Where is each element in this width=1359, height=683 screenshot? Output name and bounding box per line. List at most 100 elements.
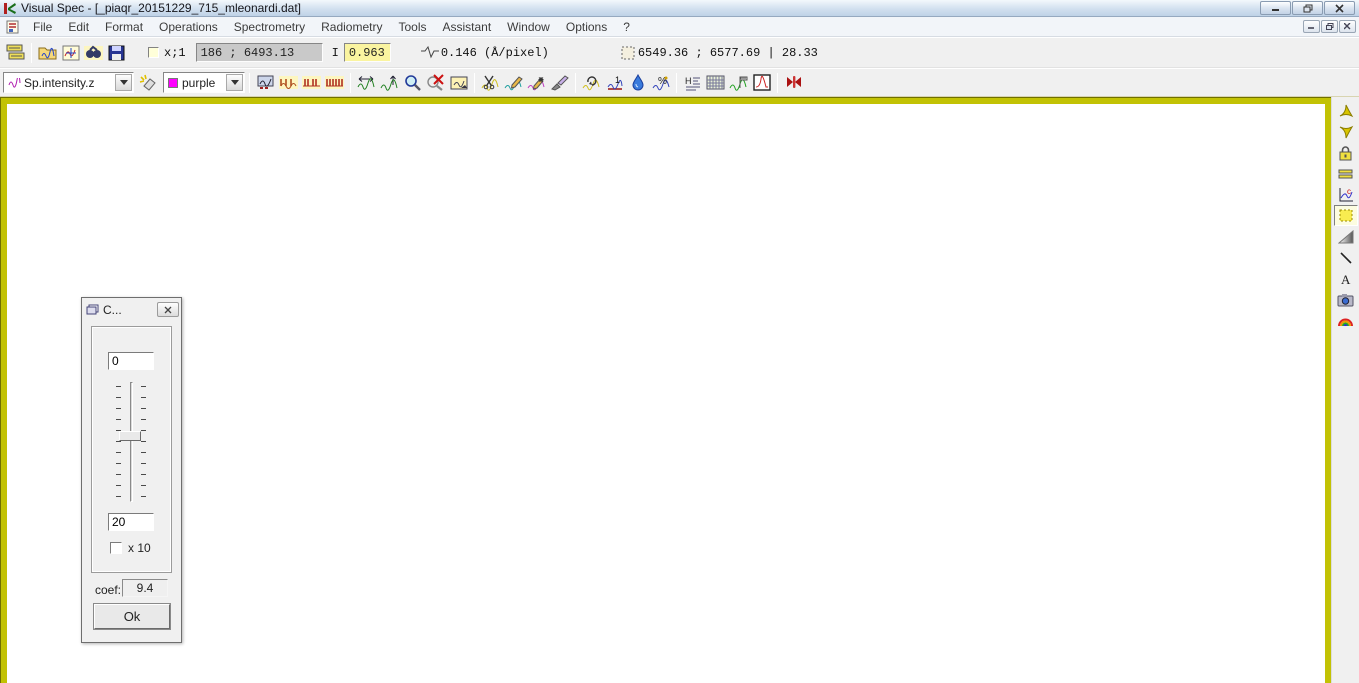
toolbar-separator [474,73,475,93]
display-mode-button[interactable] [254,71,277,94]
grab-graph-button[interactable] [447,71,470,94]
status-toolbar: x;1 186 ; 6493.13 I 0.963 0.146 (Å/pixel… [0,38,1359,68]
color-selector[interactable]: purple [163,72,245,93]
menu-help[interactable]: ? [615,18,638,36]
document-icon [6,20,21,34]
menu-spectrometry[interactable]: Spectrometry [226,18,313,36]
undo-curve-button[interactable] [580,71,603,94]
color-swatch [168,78,178,88]
camera-icon [1337,293,1354,307]
slider-ticks-right [141,386,146,500]
mdi-restore-button[interactable] [1321,20,1338,33]
spectrum-plot [7,104,1325,683]
gaussian-fit-button[interactable] [750,71,773,94]
x10-checkbox[interactable] [110,542,122,554]
coef-label: coef: [95,583,121,597]
x10-checkbox-label: x 10 [128,541,151,555]
ok-button[interactable]: Ok [94,604,170,629]
menu-assistant[interactable]: Assistant [434,18,499,36]
lock-button[interactable] [1334,142,1358,163]
coef-slider-track[interactable] [130,382,133,502]
profile-style-1-button[interactable] [277,71,300,94]
rainbow-icon [1337,314,1354,327]
menu-options[interactable]: Options [558,18,615,36]
save-button[interactable] [105,41,128,64]
search-binoculars-icon [84,45,103,61]
series-selector[interactable]: Sp.intensity.z [3,72,134,93]
line-tool-button[interactable] [1334,247,1358,268]
session-layers-button[interactable] [4,41,27,64]
water-drop-button[interactable] [626,71,649,94]
profile-style-2-button[interactable] [300,71,323,94]
zoom-off-button[interactable] [424,71,447,94]
rainbow-button[interactable] [1334,310,1358,331]
upper-value-field[interactable] [108,352,154,370]
toolbar-separator [31,43,32,63]
periodic-table-button[interactable] [704,71,727,94]
menu-window[interactable]: Window [499,18,558,36]
window-title: Visual Spec - [_piaqr_20151229_715_mleon… [21,1,301,15]
edit-pencil-button[interactable] [502,71,525,94]
graph-side-toolbar: c A [1331,97,1359,683]
calibrate-ruler-button[interactable] [727,71,750,94]
display-mode-icon [257,75,275,91]
edit-points-button[interactable] [525,71,548,94]
search-binoculars-button[interactable] [82,41,105,64]
new-graph-button[interactable] [59,41,82,64]
erase-marks-button[interactable] [137,71,160,94]
menu-format[interactable]: Format [97,18,151,36]
clean-brush-button[interactable] [548,71,571,94]
intensity-label: I [332,46,339,60]
tools-toolbar: Sp.intensity.z purple 1 % H [0,69,1359,97]
menu-file[interactable]: File [25,18,60,36]
mdi-window-buttons [1303,20,1356,33]
shift-horizontal-button[interactable] [355,71,378,94]
cut-spectrum-button[interactable] [479,71,502,94]
profile-style-3-button[interactable] [323,71,346,94]
element-lines-button[interactable]: H [681,71,704,94]
zoom-in-button[interactable] [401,71,424,94]
dialog-close-button[interactable] [157,302,179,317]
mdi-close-button[interactable] [1339,20,1356,33]
lower-value-field[interactable] [108,513,154,531]
menu-operations[interactable]: Operations [151,18,226,36]
pixel-mode-label: x;1 [164,46,186,60]
shift-vertical-button[interactable] [378,71,401,94]
menu-tools[interactable]: Tools [390,18,434,36]
minimize-button[interactable] [1260,1,1291,15]
svg-text:c: c [1347,187,1351,196]
shift-horizontal-icon [357,75,376,91]
profile-style-1-icon [279,75,298,90]
spectrum-canvas[interactable] [7,104,1324,683]
coef-dialog-title: C... [103,303,122,317]
select-region-button[interactable] [1334,205,1358,226]
mdi-minimize-button[interactable] [1303,20,1320,33]
phase-red-button[interactable] [782,71,805,94]
menu-edit[interactable]: Edit [60,18,97,36]
close-icon [164,306,173,314]
normalize-icon: 1 [606,75,624,91]
compute-c-button[interactable]: c [1334,184,1358,205]
percent-scale-button[interactable]: % [649,71,672,94]
normalize-button[interactable]: 1 [603,71,626,94]
color-selector-arrow[interactable] [226,74,243,91]
slider-ticks-left [116,386,121,500]
coef-value: 9.4 [122,579,168,597]
toolbar-separator [777,73,778,93]
equal-button[interactable] [1334,163,1358,184]
spin-down-button[interactable] [1334,121,1358,142]
close-button[interactable] [1324,1,1355,15]
series-selector-arrow[interactable] [115,74,132,91]
open-profile-button[interactable] [36,41,59,64]
water-drop-icon [631,74,645,91]
menu-radiometry[interactable]: Radiometry [313,18,390,36]
spin-up-button[interactable] [1334,100,1358,121]
series-selector-value: Sp.intensity.z [24,76,114,90]
coef-dialog-titlebar[interactable]: C... [82,298,181,319]
text-tool-button[interactable]: A [1334,268,1358,289]
pixel-mode-checkbox[interactable] [148,47,159,58]
restore-button[interactable] [1292,1,1323,15]
coef-slider-thumb[interactable] [119,431,141,441]
camera-button[interactable] [1334,289,1358,310]
gradient-button[interactable] [1334,226,1358,247]
